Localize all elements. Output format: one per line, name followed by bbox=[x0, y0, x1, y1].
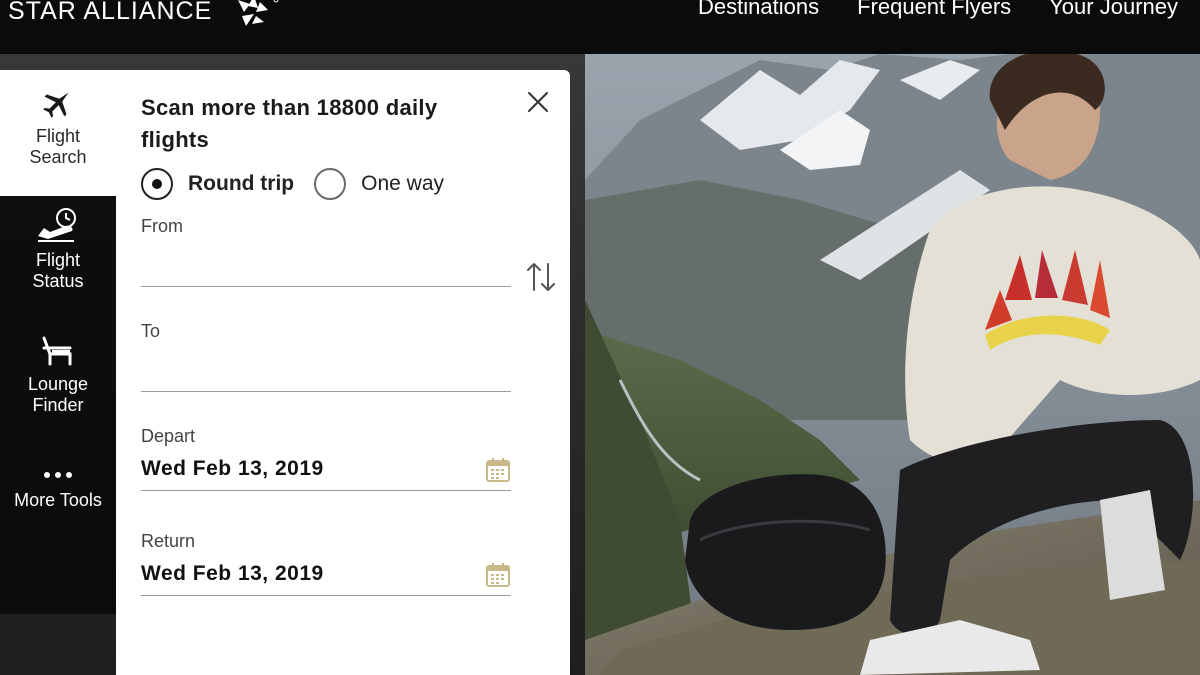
depart-date-value: Wed Feb 13, 2019 bbox=[141, 457, 324, 480]
calendar-icon[interactable] bbox=[485, 457, 511, 483]
rail-label-line2: Finder bbox=[32, 395, 84, 415]
close-icon[interactable] bbox=[524, 88, 552, 116]
rail-label-line1: Flight bbox=[35, 250, 80, 270]
rail-item-lounge-finder[interactable]: Lounge Finder bbox=[0, 334, 116, 444]
depart-field: Depart Wed Feb 13, 2019 bbox=[141, 426, 511, 491]
nav-your-journey[interactable]: Your Journey bbox=[1049, 0, 1178, 20]
depart-label: Depart bbox=[141, 426, 196, 446]
rail-label-line2: Status bbox=[32, 271, 84, 291]
return-label: Return bbox=[141, 531, 196, 551]
to-input[interactable] bbox=[141, 358, 511, 392]
airplane-icon bbox=[43, 92, 69, 118]
brand-name: STAR ALLIANCE bbox=[8, 0, 213, 25]
return-field: Return Wed Feb 13, 2019 bbox=[141, 531, 511, 596]
flight-status-icon bbox=[38, 208, 76, 242]
swap-arrows-icon[interactable] bbox=[524, 260, 558, 294]
from-label: From bbox=[141, 216, 183, 236]
panel-title: Scan more than 18800 daily flights bbox=[141, 95, 438, 152]
star-alliance-logo-icon bbox=[238, 0, 279, 26]
rail-label-line1: Flight bbox=[35, 126, 80, 146]
one-way-label: One way bbox=[361, 172, 445, 195]
rail-label-line1: Lounge bbox=[27, 374, 89, 394]
top-navigation-bar: STAR ALLIANCE Destinations Frequent Flye… bbox=[0, 0, 1200, 54]
to-label: To bbox=[141, 321, 161, 341]
flight-search-panel: Scan more than 18800 daily flights Round… bbox=[116, 70, 570, 675]
trip-type-selector: Round trip One way bbox=[141, 168, 464, 200]
radio-circle-unselected[interactable] bbox=[314, 168, 347, 200]
rail-item-more-tools[interactable]: More Tools bbox=[0, 468, 116, 538]
return-date-input[interactable]: Wed Feb 13, 2019 bbox=[141, 556, 511, 596]
rail-item-flight-status[interactable]: Flight Status bbox=[0, 206, 116, 316]
more-dots-icon bbox=[44, 472, 72, 478]
from-field: From bbox=[141, 216, 511, 287]
round-trip-label: Round trip bbox=[188, 172, 295, 195]
to-field: To bbox=[141, 321, 511, 392]
radio-circle-selected[interactable] bbox=[141, 168, 173, 200]
lounge-chair-icon bbox=[42, 336, 72, 366]
rail-label-more-tools: More Tools bbox=[14, 490, 102, 510]
depart-date-input[interactable]: Wed Feb 13, 2019 bbox=[141, 451, 511, 491]
one-way-radio[interactable]: One way bbox=[314, 168, 444, 200]
main-nav: Destinations Frequent Flyers Your Journe… bbox=[698, 0, 1178, 20]
calendar-icon[interactable] bbox=[485, 562, 511, 588]
return-date-value: Wed Feb 13, 2019 bbox=[141, 562, 324, 585]
tools-rail: Flight Search Flight Status Lounge Finde… bbox=[0, 70, 116, 675]
rail-label-line2: Search bbox=[29, 147, 87, 167]
nav-destinations[interactable]: Destinations bbox=[698, 0, 819, 20]
nav-frequent-flyers[interactable]: Frequent Flyers bbox=[857, 0, 1011, 20]
brand[interactable]: STAR ALLIANCE bbox=[8, 0, 288, 28]
from-input[interactable] bbox=[141, 253, 511, 287]
rail-item-flight-search[interactable]: Flight Search bbox=[0, 70, 116, 196]
round-trip-radio[interactable]: Round trip bbox=[141, 168, 294, 200]
